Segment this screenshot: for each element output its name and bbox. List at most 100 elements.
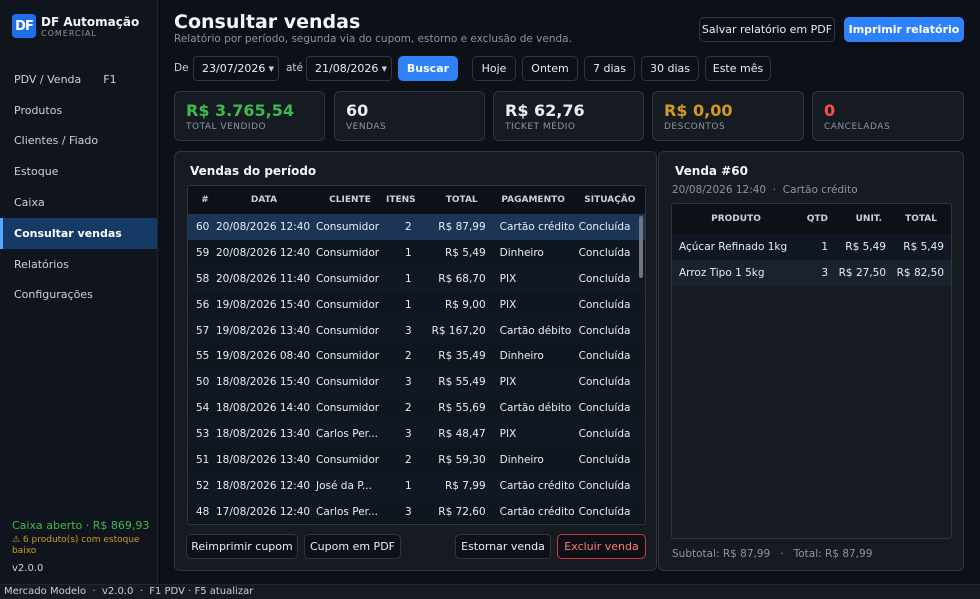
sale-client: José da P...: [314, 472, 386, 499]
table-row[interactable]: 54 18/08/2026 14:40 Consumidor 2 R$ 55,69 Car…: [188, 395, 645, 422]
sale-client: Consumidor: [314, 239, 386, 266]
column-header[interactable]: TOTAL: [425, 186, 492, 214]
kpi-label: VENDAS: [346, 122, 387, 132]
column-header[interactable]: SITUAÇÃO: [574, 186, 645, 214]
from-date-input[interactable]: 23/07/2026 ▼: [193, 56, 279, 81]
quick-filter-this-month[interactable]: Este mês: [705, 56, 771, 81]
sidebar-item-label: Consultar vendas: [14, 226, 122, 240]
sidebar-item-clientes[interactable]: Clientes / Fiado: [0, 126, 157, 157]
sale-date: 19/08/2026 13:40: [214, 317, 314, 344]
sale-payment: Cartão crédito: [491, 498, 575, 524]
main-content: Consultar vendas Relatório por período, …: [158, 0, 980, 584]
sidebar-item-caixa[interactable]: Caixa: [0, 187, 157, 218]
sale-client: Consumidor: [314, 343, 386, 370]
sale-items-count: 2: [386, 395, 426, 422]
sales-table: # DATA CLIENTE ITENS TOTAL PAGAMENTO SIT…: [188, 186, 645, 524]
table-row[interactable]: Arroz Tipo 1 5kg 3 R$ 27,50 R$ 82,50: [672, 260, 951, 286]
stock-warning[interactable]: ⚠ 6 produto(s) com estoque baixo: [12, 535, 152, 557]
column-header[interactable]: CLIENTE: [314, 186, 386, 214]
coupon-pdf-button[interactable]: Cupom em PDF: [304, 534, 401, 559]
sale-status: Concluída: [574, 395, 645, 422]
from-label: De: [174, 62, 189, 74]
kpi-average-ticket: R$ 62,76 TICKET MÉDIO: [493, 91, 644, 141]
sidebar-item-label: Produtos: [14, 103, 63, 117]
table-row[interactable]: 56 19/08/2026 15:40 Consumidor 1 R$ 9,00 PIX C…: [188, 291, 645, 318]
table-row[interactable]: Açúcar Refinado 1kg 1 R$ 5,49 R$ 5,49: [672, 234, 951, 260]
sidebar-item-produtos[interactable]: Produtos: [0, 95, 157, 126]
table-row[interactable]: 58 20/08/2026 11:40 Consumidor 1 R$ 68,70 PIX…: [188, 265, 645, 292]
to-date-input[interactable]: 21/08/2026 ▼: [306, 56, 392, 81]
sale-date: 18/08/2026 13:40: [214, 447, 314, 473]
table-row[interactable]: 53 18/08/2026 13:40 Carlos Per... 3 R$ 48,47…: [188, 421, 645, 448]
table-row[interactable]: 55 19/08/2026 08:40 Consumidor 2 R$ 35,49 Din…: [188, 343, 645, 370]
column-header[interactable]: PAGAMENTO: [491, 186, 575, 214]
quick-filter-7-days[interactable]: 7 dias: [584, 56, 635, 81]
cash-status: Caixa aberto · R$ 869,93: [12, 519, 150, 532]
brand-name: DF Automação: [41, 14, 140, 29]
quick-filter-today[interactable]: Hoje: [472, 56, 516, 81]
sidebar-item-pdv[interactable]: PDV / Venda F1: [0, 64, 157, 95]
sidebar-item-relatorios[interactable]: Relatórios: [0, 249, 157, 280]
column-header[interactable]: #: [188, 186, 214, 214]
kpi-value: R$ 3.765,54: [186, 101, 294, 120]
sidebar-item-estoque[interactable]: Estoque: [0, 156, 157, 187]
table-row[interactable]: 59 20/08/2026 12:40 Consumidor 1 R$ 5,49 Dinh…: [188, 239, 645, 266]
table-row[interactable]: 60 20/08/2026 12:40 Consumidor 2 R$ 87,99 Car…: [188, 214, 645, 240]
quick-filter-30-days[interactable]: 30 dias: [641, 56, 699, 81]
table-row[interactable]: 48 17/08/2026 12:40 Carlos Per... 3 R$ 72,60…: [188, 498, 645, 524]
sale-date: 17/08/2026 12:40: [214, 498, 314, 524]
sidebar-item-label: Clientes / Fiado: [14, 134, 99, 148]
sales-table-container[interactable]: # DATA CLIENTE ITENS TOTAL PAGAMENTO SIT…: [187, 185, 646, 525]
sidebar-item-consultar-vendas[interactable]: Consultar vendas: [0, 217, 157, 249]
item-product: Arroz Tipo 1 5kg: [672, 260, 800, 286]
delete-sale-button[interactable]: Excluir venda: [557, 534, 646, 559]
sale-date: 18/08/2026 15:40: [214, 369, 314, 396]
table-row[interactable]: 52 18/08/2026 12:40 José da P... 1 R$ 7,99 Ca…: [188, 472, 645, 499]
sale-client: Consumidor: [314, 369, 386, 396]
sale-total: R$ 59,30: [425, 447, 492, 473]
sidebar-item-configuracoes[interactable]: Configurações: [0, 280, 157, 311]
status-bar: Mercado Modelo · v2.0.0 · F1 PDV · F5 at…: [0, 584, 980, 599]
sale-number: 60: [188, 214, 214, 240]
sale-items-count: 2: [386, 214, 426, 240]
item-product: Açúcar Refinado 1kg: [672, 234, 800, 260]
quick-filter-yesterday[interactable]: Ontem: [522, 56, 578, 81]
sale-total: R$ 35,49: [425, 343, 492, 370]
table-row[interactable]: 51 18/08/2026 13:40 Consumidor 2 R$ 59,30 Din…: [188, 447, 645, 473]
column-header[interactable]: ITENS: [386, 186, 426, 214]
sale-total: R$ 55,69: [425, 395, 492, 422]
sale-date: 20/08/2026 12:40: [214, 214, 314, 240]
reprint-coupon-button[interactable]: Reimprimir cupom: [186, 534, 298, 559]
page-subtitle: Relatório por período, segunda via do cu…: [174, 33, 572, 45]
reverse-sale-button[interactable]: Estornar venda: [455, 534, 551, 559]
sale-total: R$ 72,60: [425, 498, 492, 524]
column-header: PRODUTO: [672, 204, 800, 234]
sale-items-count: 3: [386, 421, 426, 448]
chevron-down-icon: ▼: [381, 64, 387, 73]
table-row[interactable]: 57 19/08/2026 13:40 Consumidor 3 R$ 167,20 Ca…: [188, 317, 645, 344]
sidebar-nav: PDV / Venda F1 Produtos Clientes / Fiado …: [0, 64, 157, 310]
sale-client: Consumidor: [314, 317, 386, 344]
column-header[interactable]: DATA: [214, 186, 314, 214]
print-report-button[interactable]: Imprimir relatório: [844, 17, 964, 42]
sale-payment: PIX: [491, 265, 575, 292]
save-pdf-button[interactable]: Salvar relatório em PDF: [699, 17, 835, 42]
sale-number: 52: [188, 472, 214, 499]
sale-number: 59: [188, 239, 214, 266]
table-row[interactable]: 50 18/08/2026 15:40 Consumidor 3 R$ 55,49 PIX…: [188, 369, 645, 396]
kpi-cancelled: 0 CANCELADAS: [812, 91, 964, 141]
sale-total: R$ 87,99: [425, 214, 492, 240]
sale-total: R$ 68,70: [425, 265, 492, 292]
sale-payment: Cartão crédito: [491, 472, 575, 499]
sale-items-count: 2: [386, 447, 426, 473]
kpi-value: R$ 62,76: [505, 101, 585, 120]
scrollbar-thumb[interactable]: [639, 216, 643, 278]
item-total: R$ 82,50: [892, 260, 951, 286]
table-header-row: PRODUTO QTD UNIT. TOTAL: [672, 204, 951, 234]
sale-total: R$ 7,99: [425, 472, 492, 499]
to-date-value: 21/08/2026: [315, 62, 379, 75]
search-button[interactable]: Buscar: [398, 56, 458, 81]
sales-panel-title: Vendas do período: [190, 164, 317, 178]
sale-payment: Dinheiro: [491, 239, 575, 266]
kpi-value: R$ 0,00: [664, 101, 733, 120]
